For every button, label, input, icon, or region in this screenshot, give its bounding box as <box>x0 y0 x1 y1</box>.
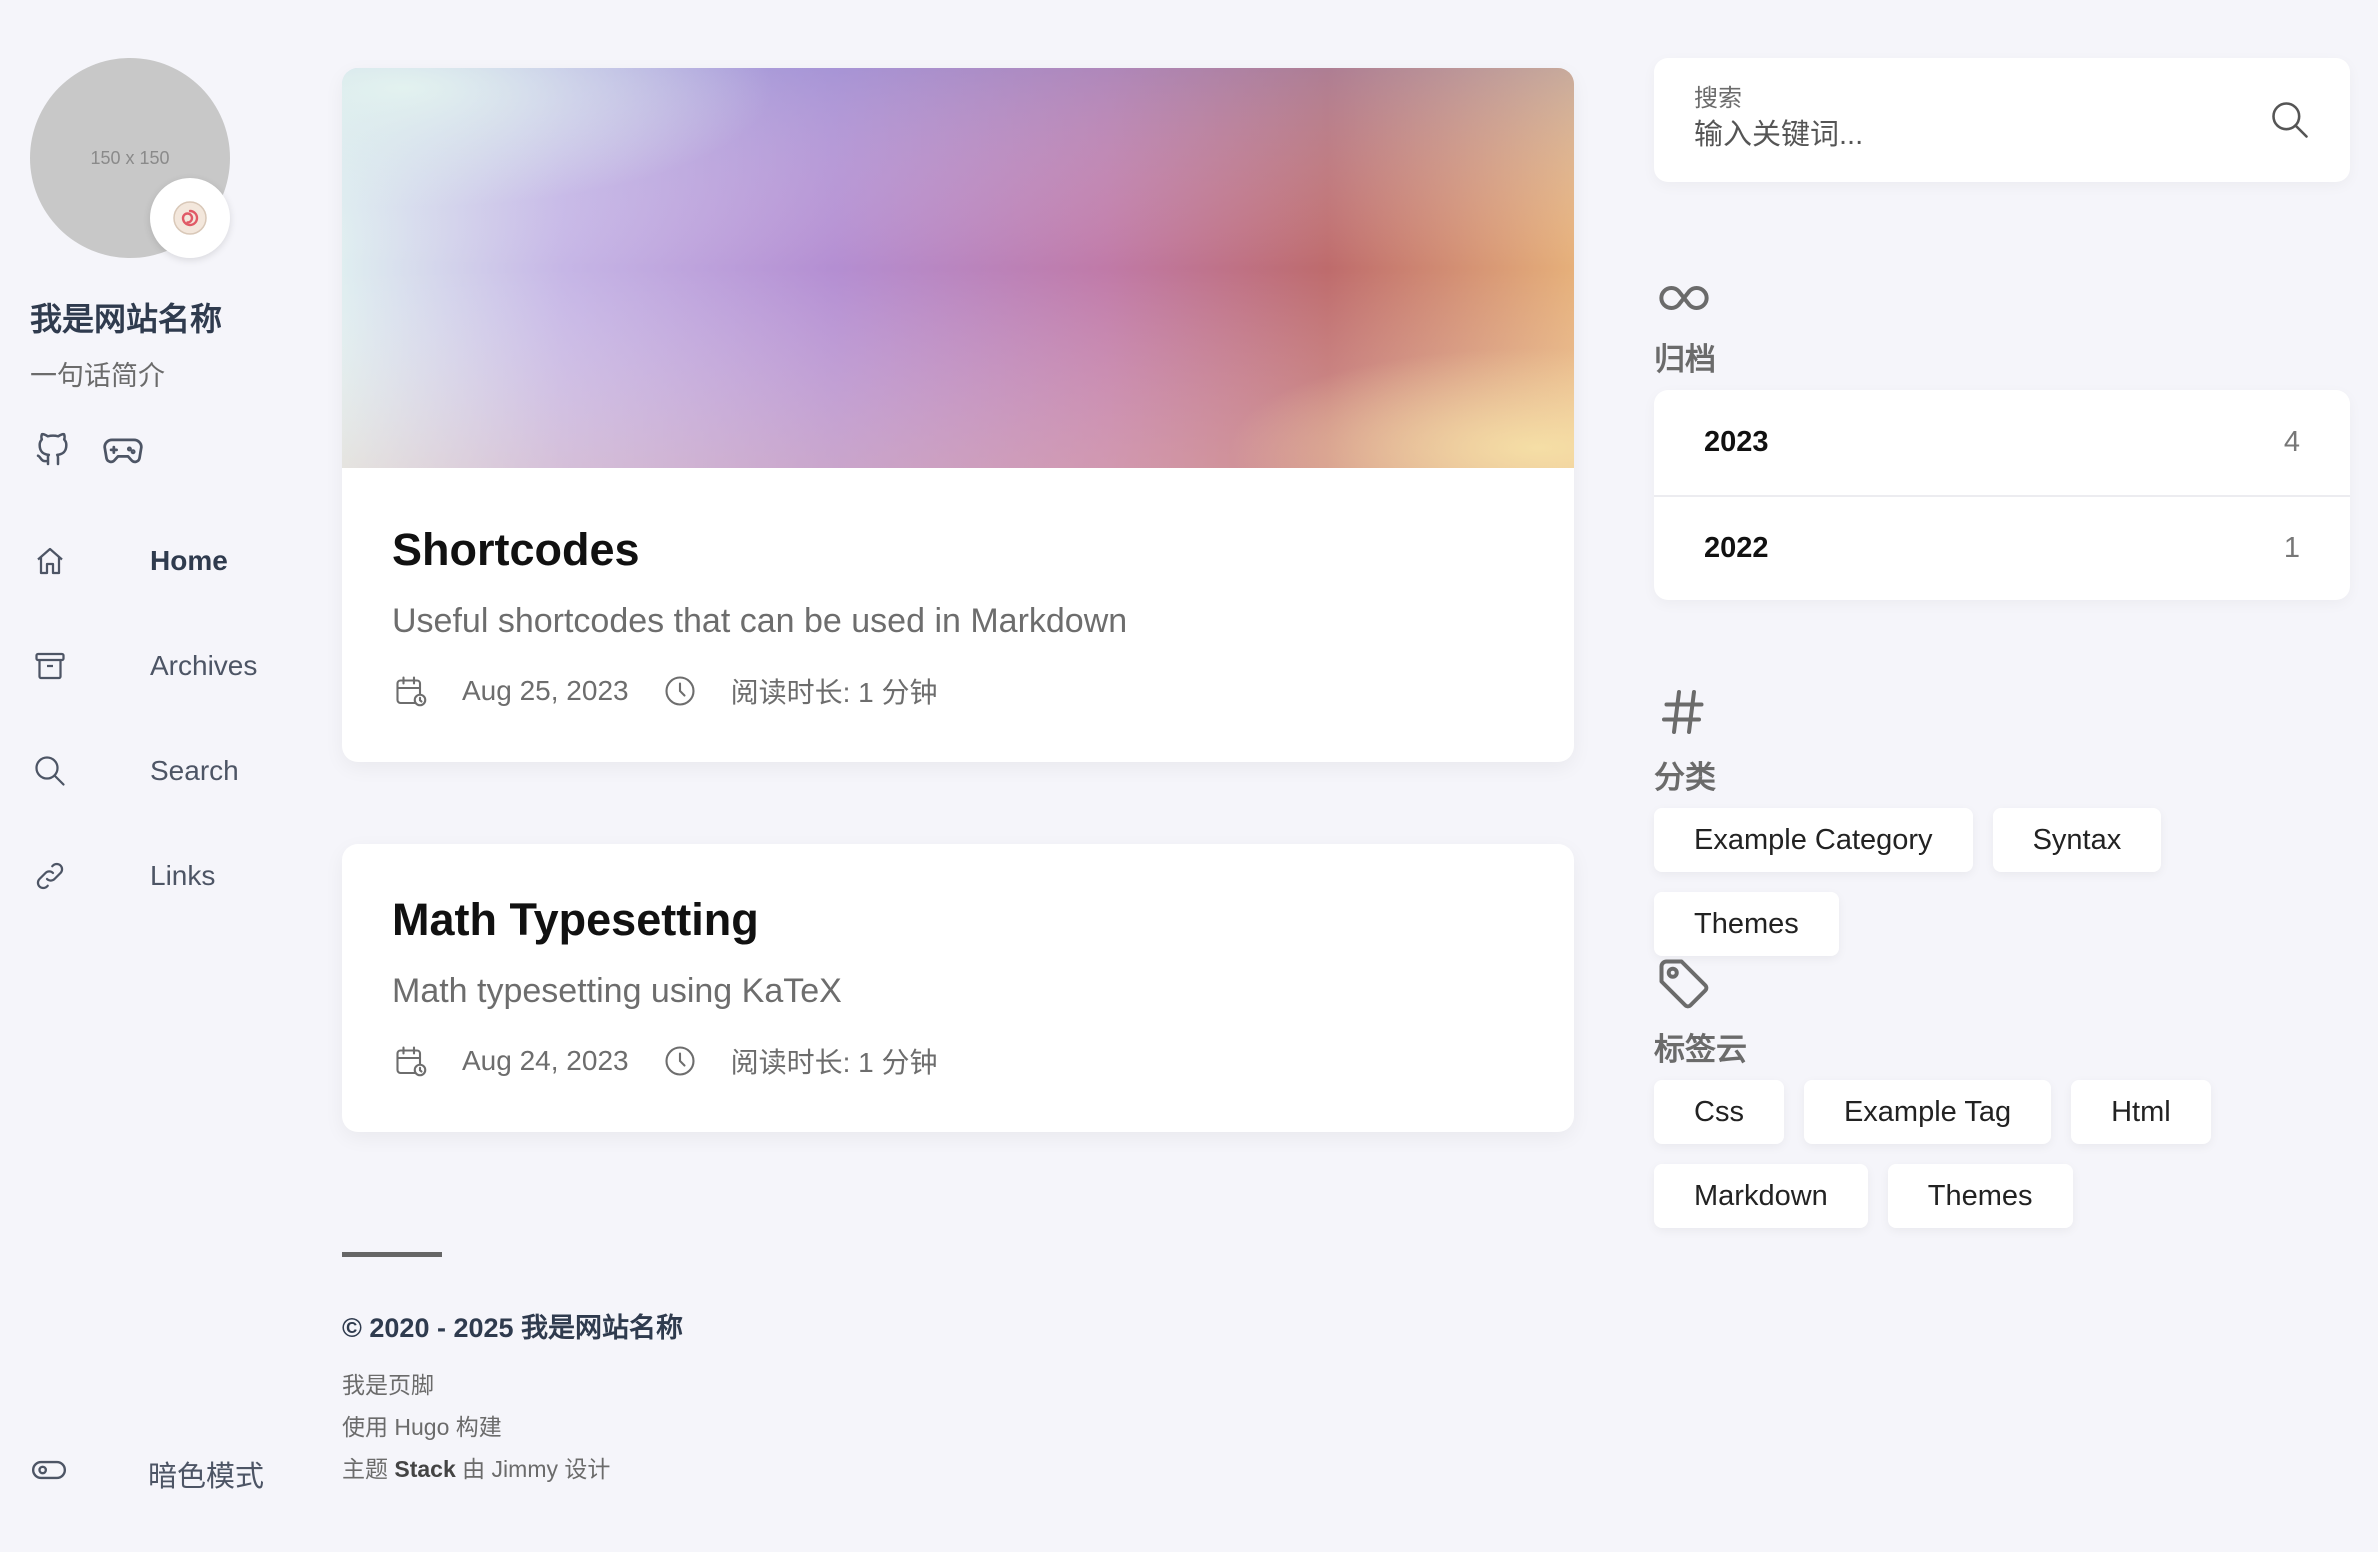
menu-item-search[interactable]: Search <box>30 718 320 823</box>
category-chip[interactable]: Example Category <box>1654 808 1973 872</box>
post-reading-time: 阅读时长: 1 分钟 <box>730 677 938 708</box>
github-icon <box>36 432 68 466</box>
tag-chip[interactable]: Html <box>2071 1080 2211 1144</box>
search-input[interactable] <box>1694 119 2234 152</box>
categories-widget-title: 分类 <box>1654 760 1716 795</box>
calendar-icon <box>392 1042 430 1080</box>
post-meta: Aug 24, 2023 阅读时长: 1 分钟 <box>392 1041 1524 1081</box>
archives-widget-title: 归档 <box>1654 342 1716 377</box>
archive-count: 1 <box>2283 532 2300 564</box>
tag-chip[interactable]: Css <box>1654 1080 1784 1144</box>
gamepad-icon <box>103 438 143 464</box>
post-cover-image[interactable] <box>342 68 1574 468</box>
post-card-body: Shortcodes Useful shortcodes that can be… <box>342 468 1574 711</box>
post-card-body: Math Typesetting Math typesetting using … <box>342 844 1574 1081</box>
emoji-badge <box>150 178 230 258</box>
category-list: Example Category Syntax Themes <box>1654 808 2354 956</box>
avatar-placeholder-text: 150 x 150 <box>90 147 170 168</box>
post-subtitle: Useful shortcodes that can be used in Ma… <box>392 602 1128 640</box>
post-subtitle: Math typesetting using KaTeX <box>392 972 842 1010</box>
archive-item[interactable]: 2022 1 <box>1654 495 2350 600</box>
search-submit-button[interactable] <box>2268 98 2312 142</box>
post-meta: Aug 25, 2023 阅读时长: 1 分钟 <box>392 671 1524 711</box>
main-menu: Home Archives Search Links <box>30 508 320 928</box>
post-title[interactable]: Shortcodes <box>392 524 1524 576</box>
post-card-shortcodes[interactable]: Shortcodes Useful shortcodes that can be… <box>342 68 1574 762</box>
infinity-icon <box>1654 270 1714 326</box>
footer-theme-prefix: 主题 <box>342 1456 395 1482</box>
dark-mode-toggle[interactable]: 暗色模式 <box>30 1448 320 1500</box>
tag-cloud: Css Example Tag Html Markdown Themes <box>1654 1080 2214 1228</box>
link-icon <box>30 856 70 896</box>
menu-item-label: Links <box>150 859 216 891</box>
tag-icon <box>1654 956 1714 1012</box>
archives-list: 2023 4 2022 1 <box>1654 390 2350 600</box>
tag-chip[interactable]: Themes <box>1887 1164 2073 1228</box>
menu-item-archives[interactable]: Archives <box>30 613 320 718</box>
search-widget: 搜索 <box>1654 58 2350 182</box>
menu-item-home[interactable]: Home <box>30 508 320 613</box>
menu-item-label: Home <box>150 544 228 576</box>
search-icon <box>30 751 70 791</box>
archive-box-icon <box>30 646 70 686</box>
post-title[interactable]: Math Typesetting <box>392 894 1524 946</box>
github-link[interactable] <box>30 426 76 472</box>
left-sidebar: 150 x 150 我是网站名称 一句话简介 Home Archives Sea… <box>0 0 320 1552</box>
post-card-math-typesetting[interactable]: Math Typesetting Math typesetting using … <box>342 844 1574 1132</box>
toggle-switch-icon <box>30 1451 68 1497</box>
menu-item-label: Archives <box>150 649 258 681</box>
clock-icon <box>661 1042 699 1080</box>
menu-item-label: Search <box>150 754 239 786</box>
gamepad-link[interactable] <box>100 426 146 472</box>
search-label: 搜索 <box>1694 85 1742 112</box>
footer-divider <box>342 1252 442 1257</box>
dark-mode-label: 暗色模式 <box>148 1461 265 1493</box>
post-date: Aug 25, 2023 <box>462 675 629 706</box>
footer-line-2: 使用 Hugo 构建 <box>342 1414 502 1440</box>
site-description: 一句话简介 <box>30 361 165 391</box>
hash-icon <box>1654 684 1714 740</box>
tags-widget-title: 标签云 <box>1654 1032 1747 1067</box>
site-name[interactable]: 我是网站名称 <box>30 294 222 340</box>
tag-chip[interactable]: Markdown <box>1654 1164 1868 1228</box>
social-links <box>30 426 146 472</box>
home-icon <box>30 541 70 581</box>
footer-theme-link[interactable]: Stack <box>394 1456 455 1482</box>
tag-chip[interactable]: Example Tag <box>1803 1080 2052 1144</box>
archive-count: 4 <box>2283 426 2300 458</box>
category-chip[interactable]: Themes <box>1654 892 1839 956</box>
archive-item[interactable]: 2023 4 <box>1654 390 2350 495</box>
footer-line-3: 主题 Stack 由 Jimmy 设计 <box>342 1450 610 1484</box>
post-reading-time: 阅读时长: 1 分钟 <box>730 1047 938 1078</box>
archive-year: 2022 <box>1704 532 1769 564</box>
search-icon <box>2272 102 2308 138</box>
swirl-emoji-icon <box>173 201 207 235</box>
clock-icon <box>661 672 699 710</box>
footer-copyright: © 2020 - 2025 我是网站名称 <box>342 1313 684 1343</box>
category-chip[interactable]: Syntax <box>1992 808 2162 872</box>
footer-line-1: 我是页脚 <box>342 1372 434 1398</box>
footer-theme-suffix: 由 Jimmy 设计 <box>455 1456 611 1482</box>
archive-year: 2023 <box>1704 426 1769 458</box>
menu-item-links[interactable]: Links <box>30 823 320 928</box>
calendar-icon <box>392 672 430 710</box>
post-date: Aug 24, 2023 <box>462 1045 629 1076</box>
